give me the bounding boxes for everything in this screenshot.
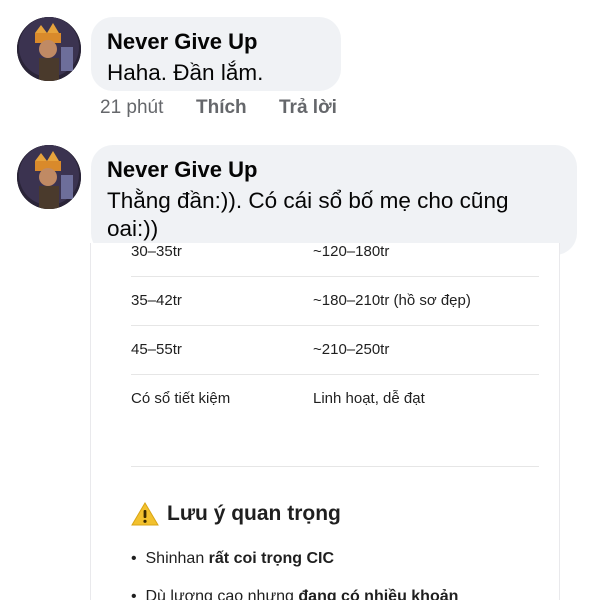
comment-author[interactable]: Never Give Up — [107, 157, 257, 183]
table-row: Có sổ tiết kiệm Linh hoạt, dễ đạt — [131, 390, 539, 438]
reply-button[interactable]: Trả lời — [279, 97, 337, 119]
limit-cell: ~210–250tr — [313, 341, 390, 358]
limit-cell: ~120–180tr — [313, 243, 390, 260]
income-cell: 45–55tr — [131, 341, 182, 358]
divider — [131, 276, 539, 277]
warning-icon — [131, 502, 159, 526]
avatar[interactable] — [17, 145, 81, 209]
comment-text: Haha. Đần lắm. — [107, 60, 264, 85]
income-cell: 35–42tr — [131, 292, 182, 309]
table-row: 35–42tr ~180–210tr (hồ sơ đẹp) — [131, 292, 539, 340]
table-row: 45–55tr ~210–250tr — [131, 341, 539, 389]
limit-cell: Linh hoạt, dễ đạt — [313, 390, 425, 407]
section-divider — [131, 466, 539, 467]
list-item: • Dù lương cao nhưng đang có nhiều khoản — [131, 588, 458, 600]
comment-timestamp[interactable]: 21 phút — [100, 97, 163, 119]
bullet-bold-text: rất coi trọng CIC — [208, 550, 335, 567]
comment-author[interactable]: Never Give Up — [107, 29, 257, 55]
divider — [131, 374, 539, 375]
divider — [131, 325, 539, 326]
income-cell: 30–35tr — [131, 243, 182, 260]
comment-thread: Never Give Up Haha. Đần lắm. 21 phút Thí… — [0, 0, 600, 600]
list-item: • Shinhan rất coi trọng CIC — [131, 550, 335, 567]
income-cell: Có sổ tiết kiệm — [131, 390, 231, 407]
like-button[interactable]: Thích — [196, 97, 247, 119]
avatar[interactable] — [17, 17, 81, 81]
limit-cell: ~180–210tr (hồ sơ đẹp) — [313, 292, 471, 309]
table-row: 30–35tr ~120–180tr — [131, 243, 539, 291]
bullet-text: Shinhan — [145, 550, 209, 567]
bullet-text: Dù lương cao nhưng — [145, 588, 299, 600]
comment-text-line-1: Thằng đần:)). Có cái sổ bố mẹ cho cũng — [107, 188, 509, 213]
comment-image-attachment[interactable]: 30–35tr ~120–180tr 35–42tr ~180–210tr (h… — [90, 243, 560, 600]
note-title: Lưu ý quan trọng — [167, 502, 341, 525]
bullet-bold-text: đang có nhiều khoản — [298, 588, 459, 600]
comment-text-line-2: oai:)) — [107, 216, 159, 241]
